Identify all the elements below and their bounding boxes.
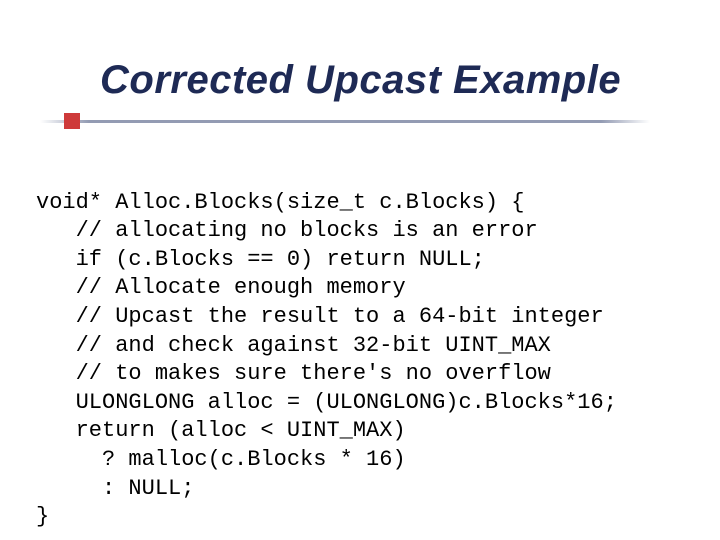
accent-square-icon [64, 113, 80, 129]
code-line: ULONGLONG alloc = (ULONGLONG)c.Blocks*16… [36, 390, 617, 415]
title-wrap: Corrected Upcast Example [100, 58, 621, 103]
page-title: Corrected Upcast Example [100, 58, 621, 103]
code-line: } [36, 504, 49, 529]
code-line: void* Alloc.Blocks(size_t c.Blocks) { [36, 190, 524, 215]
code-line: if (c.Blocks == 0) return NULL; [36, 247, 485, 272]
code-line: // Upcast the result to a 64-bit integer [36, 304, 604, 329]
code-line: // and check against 32-bit UINT_MAX [36, 333, 551, 358]
code-line: // allocating no blocks is an error [36, 218, 538, 243]
title-underline [40, 120, 650, 123]
slide: Corrected Upcast Example void* Alloc.Blo… [0, 0, 720, 540]
code-line: return (alloc < UINT_MAX) [36, 418, 406, 443]
code-block: void* Alloc.Blocks(size_t c.Blocks) { //… [36, 160, 617, 540]
code-line: // to makes sure there's no overflow [36, 361, 551, 386]
code-line: // Allocate enough memory [36, 275, 406, 300]
code-line: ? malloc(c.Blocks * 16) [36, 447, 406, 472]
code-line: : NULL; [36, 476, 194, 501]
